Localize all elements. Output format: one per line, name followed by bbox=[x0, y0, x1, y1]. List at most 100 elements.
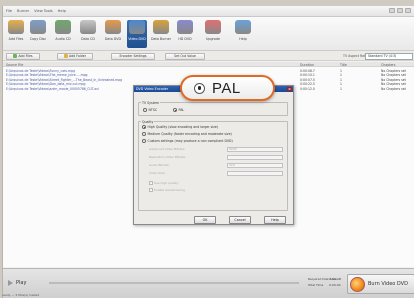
encoder-settings-button[interactable]: Encoder Settings bbox=[111, 52, 155, 60]
video-size-label: Video Size: bbox=[149, 171, 166, 175]
pal-zoom-callout: PAL bbox=[180, 75, 275, 101]
disc-copy-icon bbox=[30, 20, 46, 34]
adv-bitrate-value: 6000 bbox=[229, 147, 237, 151]
adv-bitrate-label: Advanced Video Bitrate: bbox=[149, 147, 186, 151]
preview-slider[interactable] bbox=[49, 282, 299, 284]
ntsc-radio[interactable] bbox=[143, 108, 147, 112]
burn-label: Burn Video DVD bbox=[368, 281, 408, 287]
res-bitrate-select[interactable] bbox=[227, 155, 283, 160]
dialog-close-button[interactable]: x bbox=[287, 86, 292, 91]
menu-burner[interactable]: Burner bbox=[17, 9, 29, 13]
custom-settings-label: Custom settings (may produce a non compl… bbox=[147, 139, 233, 143]
toolbar-label: Data Burner bbox=[150, 37, 172, 41]
maximize-button[interactable] bbox=[397, 8, 403, 13]
total-time-label: Total Time bbox=[308, 283, 324, 287]
audio-bitrate-select[interactable]: 224 bbox=[227, 163, 283, 168]
video-size-select[interactable] bbox=[227, 171, 283, 176]
main-toolbar: Add Files Copy Disc Audio CD Data CD Data DV… bbox=[3, 17, 414, 51]
toolbar-data-burner-button[interactable]: Data Burner bbox=[151, 20, 171, 48]
toolbar-label: Upgrade bbox=[205, 37, 221, 41]
status-bar: ready — 5 title(s) loaded bbox=[2, 293, 40, 297]
toolbar-copy-disc-button[interactable]: Copy Disc bbox=[28, 20, 48, 48]
pal-radio[interactable] bbox=[173, 108, 177, 112]
high-quality-check-box[interactable] bbox=[149, 181, 153, 185]
add-folder-button[interactable]: Add Folder bbox=[57, 52, 93, 60]
add-folder-label: Add Folder bbox=[68, 54, 87, 58]
video-icon bbox=[129, 20, 145, 34]
window-controls bbox=[389, 8, 411, 13]
col-title[interactable]: Title bbox=[340, 63, 347, 67]
custom-settings-radio[interactable] bbox=[142, 139, 146, 143]
folder-icon bbox=[63, 54, 68, 58]
aspect-ratio-select[interactable]: Standard TV (4:3) bbox=[365, 52, 413, 60]
dvd-data-icon bbox=[105, 20, 121, 34]
burn-video-dvd-button[interactable]: Burn Video DVD bbox=[347, 274, 414, 294]
play-button[interactable]: Play bbox=[8, 276, 48, 290]
adv-bitrate-select[interactable]: 6000 bbox=[227, 147, 283, 152]
add-files-label: Add Files bbox=[18, 54, 33, 58]
toolbar-data-cd-button[interactable]: Data CD bbox=[78, 20, 98, 48]
toolbar-hd-dvd-button[interactable]: HD DVD bbox=[175, 20, 195, 48]
medium-quality-option[interactable]: Medium Quality (faster encoding and mode… bbox=[142, 132, 232, 136]
res-bitrate-label: Resolution Video Bitrate: bbox=[149, 155, 187, 159]
music-icon bbox=[55, 20, 71, 34]
play-label: Play bbox=[16, 280, 27, 286]
pal-zoom-label: PAL bbox=[212, 79, 241, 97]
col-source-file[interactable]: Source File bbox=[6, 63, 23, 67]
col-chapters[interactable]: Chapters bbox=[381, 63, 395, 67]
quality-label: Quality bbox=[141, 119, 155, 124]
add-files-button[interactable]: Add Files bbox=[6, 52, 40, 60]
tv-system-group: TV System NTSC PAL bbox=[138, 100, 288, 116]
help-button[interactable]: Help bbox=[264, 216, 286, 224]
data-disc-icon bbox=[80, 20, 96, 34]
medium-quality-label: Medium Quality (faster encoding and mode… bbox=[147, 132, 232, 136]
custom-settings-option[interactable]: Custom settings (may produce a non compl… bbox=[142, 139, 233, 143]
ok-button[interactable]: OK bbox=[194, 216, 216, 224]
ntsc-option[interactable]: NTSC bbox=[143, 108, 157, 112]
close-window-button[interactable] bbox=[405, 8, 411, 13]
toolbar-audio-cd-button[interactable]: Audio CD bbox=[53, 20, 73, 48]
toolbar-video-dvd-button[interactable]: Video DVD bbox=[127, 20, 147, 48]
deinterlace-check-box[interactable] bbox=[149, 188, 153, 192]
menu-help[interactable]: Help bbox=[58, 9, 66, 13]
set-out-value-label: Set Out Value bbox=[174, 54, 196, 58]
cancel-button[interactable]: Cancel bbox=[229, 216, 251, 224]
title-cell: 1 bbox=[340, 86, 342, 91]
plus-icon bbox=[13, 54, 18, 58]
menu-file[interactable]: File bbox=[6, 9, 12, 13]
source-file-cell: E:\Arquivos de Teste\Videos\anim_movie_0… bbox=[6, 86, 99, 91]
toolbar-upgrade-button[interactable]: Upgrade bbox=[203, 20, 223, 48]
toolbar-add-files-button[interactable]: Add Files bbox=[6, 20, 26, 48]
action-bar: Add Files Add Folder Encoder Settings Se… bbox=[3, 51, 414, 61]
toolbar-label: Audio CD bbox=[55, 37, 71, 41]
ntsc-label: NTSC bbox=[148, 108, 158, 112]
deinterlace-checkbox[interactable]: Enable deinterlacing bbox=[149, 188, 185, 192]
toolbar-label: Video DVD bbox=[128, 37, 146, 41]
required-space-value: 0.00 GB bbox=[329, 277, 342, 281]
total-time-value: 0:00:40 bbox=[329, 283, 341, 287]
pal-option[interactable]: PAL bbox=[173, 108, 184, 112]
hd-icon bbox=[177, 20, 193, 34]
bottom-panel: Play Required Disk Area 0.00 GB Total Ti… bbox=[3, 268, 414, 298]
high-quality-radio[interactable] bbox=[142, 125, 146, 129]
high-quality-check-label: Use high quality bbox=[154, 181, 179, 185]
pal-label: PAL bbox=[178, 108, 185, 112]
quality-group: Quality High Quality (slow encoding and … bbox=[138, 119, 288, 211]
deinterlace-check-label: Enable deinterlacing bbox=[154, 188, 185, 192]
chapters-cell: No Chapters set bbox=[381, 86, 406, 91]
minimize-button[interactable] bbox=[389, 8, 395, 13]
tv-system-label: TV System bbox=[141, 100, 161, 105]
audio-bitrate-label: Audio Bitrate: bbox=[149, 163, 170, 167]
aspect-ratio-value: Standard TV (4:3) bbox=[368, 54, 397, 58]
toolbar-help-button[interactable]: Help bbox=[233, 20, 253, 48]
set-out-value-button[interactable]: Set Out Value bbox=[165, 52, 205, 60]
high-quality-option[interactable]: High Quality (slow encoding and larger s… bbox=[142, 125, 218, 129]
high-quality-label: High Quality (slow encoding and larger s… bbox=[147, 125, 219, 129]
dvd-encoder-dialog: DVD Video Encoder x TV System NTSC PAL Q… bbox=[133, 85, 294, 225]
toolbar-data-dvd-button[interactable]: Data DVD bbox=[103, 20, 123, 48]
medium-quality-radio[interactable] bbox=[142, 132, 146, 136]
menu-view-tools[interactable]: View Tools bbox=[34, 9, 53, 13]
encoder-settings-label: Encoder Settings bbox=[119, 54, 147, 58]
high-quality-checkbox[interactable]: Use high quality bbox=[149, 181, 178, 185]
col-duration[interactable]: Duration bbox=[300, 63, 314, 67]
